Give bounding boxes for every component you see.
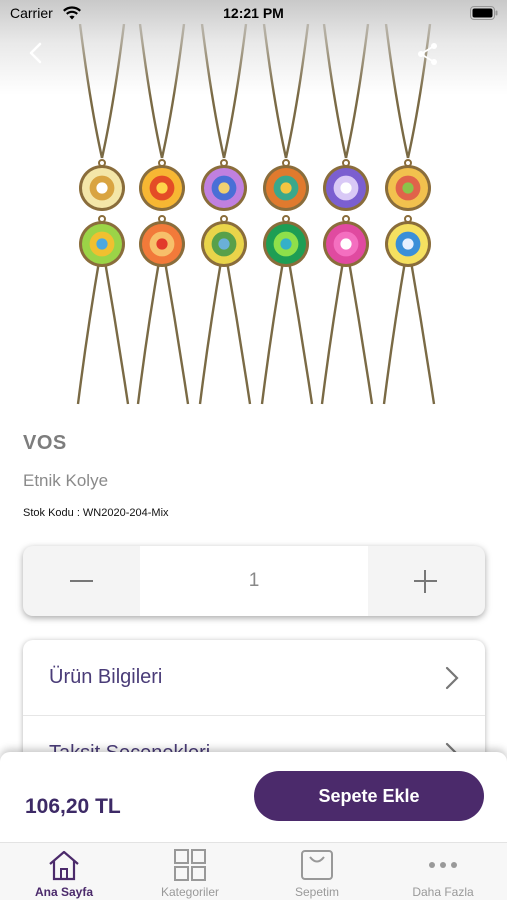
back-icon[interactable] [22,38,52,68]
stock-code: Stok Kodu : WN2020-204-Mix [23,507,169,519]
tab-cart[interactable]: Sepetim [254,843,380,900]
increase-quantity-button[interactable] [368,546,485,616]
tab-bar: Ana Sayfa Kategoriler Sepetim Daha Fazla [0,842,507,900]
tab-categories-label: Kategoriler [160,885,220,899]
battery-icon [470,6,498,20]
status-bar: Carrier 12:21 PM [0,0,507,28]
chevron-right-icon [445,666,459,690]
grid-icon [174,849,206,881]
tab-home[interactable]: Ana Sayfa [1,843,127,900]
tab-cart-label: Sepetim [294,885,340,899]
clock-label: 12:21 PM [223,5,284,21]
share-icon[interactable] [414,40,442,68]
decrease-quantity-button[interactable] [23,546,140,616]
more-icon [429,862,457,868]
product-image-gallery[interactable] [0,0,507,410]
product-title: Etnik Kolye [23,471,109,490]
product-details-label: Ürün Bilgileri [49,666,163,688]
home-icon [49,850,79,881]
tab-home-label: Ana Sayfa [34,885,94,899]
brand-name[interactable]: VOS [23,432,67,455]
product-price: 106,20 TL [25,795,121,818]
bag-icon [301,850,333,880]
quantity-stepper: 1 [23,546,485,616]
product-detail-page: Carrier 12:21 PM VOS Etnik Kolye Stok Ko… [0,0,507,900]
product-details-row[interactable]: Ürün Bilgileri [23,640,485,716]
tab-categories[interactable]: Kategoriler [127,843,253,900]
tab-more[interactable]: Daha Fazla [380,843,506,900]
add-to-cart-button[interactable]: Sepete Ekle [254,771,484,821]
quantity-value[interactable]: 1 [140,546,368,616]
purchase-bar: 106,20 TL Sepete Ekle [0,752,507,842]
tab-more-label: Daha Fazla [412,885,474,899]
